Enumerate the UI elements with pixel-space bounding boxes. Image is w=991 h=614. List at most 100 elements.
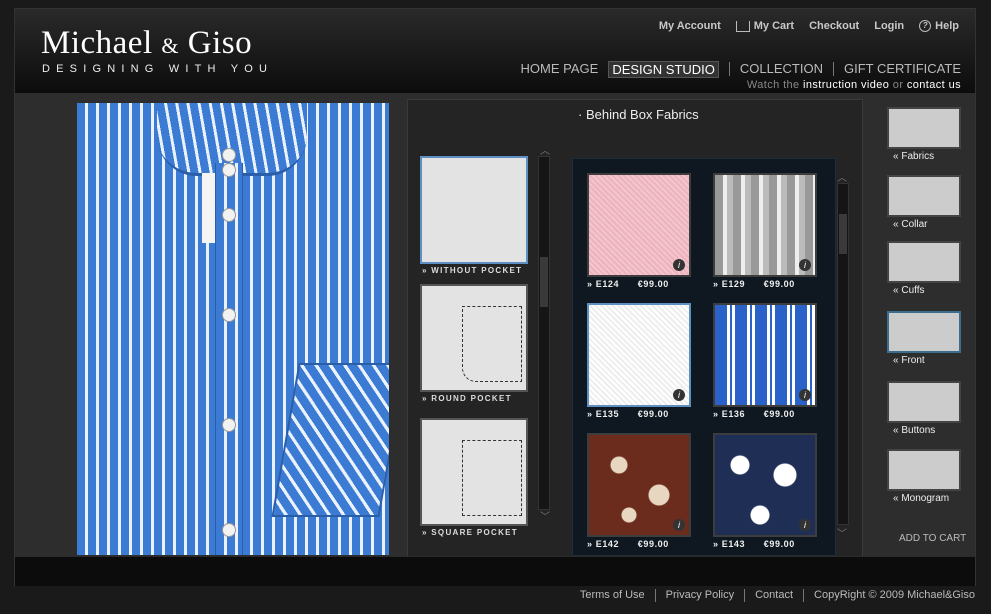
footer-links: Terms of Use Privacy Policy Contact Copy…	[580, 589, 975, 602]
fabric-label: » E135 €99.00	[587, 409, 669, 419]
shirt-button	[222, 308, 236, 322]
fabric-price: €99.00	[637, 279, 669, 289]
footer-separator	[654, 589, 656, 602]
front-thumbnail	[887, 311, 961, 353]
fabric-swatch-e124[interactable]: i	[587, 173, 691, 277]
fabric-scroll-thumb[interactable]	[839, 214, 847, 254]
nav-gift-certificate[interactable]: GIFT CERTIFICATE	[844, 61, 961, 78]
subnav-prefix: Watch the	[746, 79, 800, 91]
shirt-preview	[77, 103, 389, 555]
step-label: « Monogram	[893, 493, 950, 504]
fabric-price: €99.00	[637, 539, 669, 549]
footer-separator	[744, 589, 746, 602]
monogram-thumbnail	[887, 449, 961, 491]
page-frame: Michael & Giso DESIGNING WITH YOU My Acc…	[14, 8, 976, 586]
terms-link[interactable]: Terms of Use	[580, 589, 645, 602]
step-collar[interactable]: « Collar	[887, 175, 961, 230]
fabric-code: E136	[721, 409, 746, 419]
fabric-label: » E124 €99.00	[587, 279, 669, 289]
step-label-text: Fabrics	[901, 151, 935, 162]
contact-link[interactable]: Contact	[755, 589, 793, 602]
fabric-price: €99.00	[637, 409, 669, 419]
fabric-label: » E142 €99.00	[587, 539, 669, 549]
nav-separator	[728, 62, 730, 76]
pocket-scroll-thumb[interactable]	[540, 257, 548, 307]
step-label-text: Cuffs	[901, 285, 925, 296]
nav-separator	[832, 62, 834, 76]
fabric-label: » E136 €99.00	[713, 409, 795, 419]
fabric-swatch-e136[interactable]: i	[713, 303, 817, 407]
pocket-option-without[interactable]: » WITHOUT POCKET	[420, 156, 528, 275]
brand-tagline: DESIGNING WITH YOU	[42, 63, 274, 75]
scroll-up-icon[interactable]: ︿	[540, 142, 550, 157]
buttons-thumbnail	[887, 381, 961, 423]
fabric-price: €99.00	[763, 409, 795, 419]
login-link[interactable]: Login	[874, 20, 904, 32]
info-icon[interactable]: i	[673, 259, 685, 271]
design-steps: « Fabrics « Collar « Cuffs « Front « But…	[881, 99, 973, 559]
step-monogram[interactable]: « Monogram	[887, 449, 961, 504]
step-label-text: Buttons	[901, 425, 936, 436]
fabric-swatch-e135[interactable]: i	[587, 303, 691, 407]
shirt-button	[222, 418, 236, 432]
pocket-label: » SQUARE POCKET	[422, 528, 518, 537]
brand-name-right: Giso	[187, 25, 253, 61]
pocket-option-round[interactable]: » ROUND POCKET	[420, 284, 528, 403]
fabric-price: €99.00	[763, 539, 795, 549]
pocket-label-text: SQUARE POCKET	[431, 528, 518, 537]
round-pocket-outline	[462, 306, 522, 382]
brand-name-left: Michael	[41, 25, 153, 61]
fabric-swatch-e129[interactable]: i	[713, 173, 817, 277]
nav-collection[interactable]: COLLECTION	[740, 61, 823, 78]
fabric-code: E124	[595, 279, 620, 289]
info-icon[interactable]: i	[799, 389, 811, 401]
info-icon[interactable]: i	[799, 519, 811, 531]
step-front[interactable]: « Front	[887, 311, 961, 366]
nav-design-studio[interactable]: DESIGN STUDIO	[608, 61, 719, 78]
checkout-link[interactable]: Checkout	[809, 20, 859, 32]
fabric-grid: i » E124 €99.00 i » E129 €99.00 i » E135…	[572, 158, 849, 556]
scroll-down-icon[interactable]: ﹀	[540, 508, 550, 523]
sub-nav: Watch the instruction video or contact u…	[747, 79, 961, 91]
info-icon[interactable]: i	[799, 259, 811, 271]
fabric-scrollbar[interactable]	[837, 183, 849, 525]
subnav-or: or	[892, 79, 904, 91]
panel-title-text: Behind Box Fabrics	[585, 107, 699, 122]
fabric-code: E143	[721, 539, 746, 549]
fabric-code: E135	[595, 409, 620, 419]
my-cart-link[interactable]: My Cart	[735, 20, 794, 32]
pocket-label-text: WITHOUT POCKET	[431, 266, 523, 275]
panel-title: · Behind Box Fabrics	[578, 107, 699, 122]
top-links: My Account My Cart Checkout Login ? Help	[659, 20, 959, 32]
nav-home[interactable]: HOME PAGE	[521, 61, 599, 78]
shirt-cuff	[271, 363, 389, 517]
fabric-swatch-e142[interactable]: i	[587, 433, 691, 537]
step-buttons[interactable]: « Buttons	[887, 381, 961, 436]
cart-icon	[735, 20, 750, 32]
scroll-up-icon[interactable]: ︿	[837, 169, 847, 184]
shirt-button	[222, 163, 236, 177]
footer-separator	[803, 589, 805, 602]
step-label: « Cuffs	[893, 285, 925, 296]
scroll-down-icon[interactable]: ﹀	[837, 525, 847, 540]
help-link[interactable]: ? Help	[919, 20, 959, 32]
fabric-code: E142	[595, 539, 620, 549]
pocket-scrollbar[interactable]	[538, 156, 550, 510]
fabric-swatch-e143[interactable]: i	[713, 433, 817, 537]
contact-us-link[interactable]: contact us	[907, 79, 961, 91]
pocket-label: » WITHOUT POCKET	[422, 266, 523, 275]
add-to-cart-button[interactable]: ADD TO CART	[899, 533, 966, 544]
instruction-video-link[interactable]: instruction video	[803, 79, 889, 91]
info-icon[interactable]: i	[673, 389, 685, 401]
info-icon[interactable]: i	[673, 519, 685, 531]
my-account-link[interactable]: My Account	[659, 20, 721, 32]
brand-logo[interactable]: Michael & Giso	[41, 25, 252, 62]
fabric-label: » E143 €99.00	[713, 539, 795, 549]
fabric-label: » E129 €99.00	[713, 279, 795, 289]
step-fabrics[interactable]: « Fabrics	[887, 107, 961, 162]
privacy-link[interactable]: Privacy Policy	[666, 589, 734, 602]
step-label: « Collar	[893, 219, 928, 230]
step-label-text: Collar	[901, 219, 928, 230]
pocket-option-square[interactable]: » SQUARE POCKET	[420, 418, 528, 537]
step-cuffs[interactable]: « Cuffs	[887, 241, 961, 296]
